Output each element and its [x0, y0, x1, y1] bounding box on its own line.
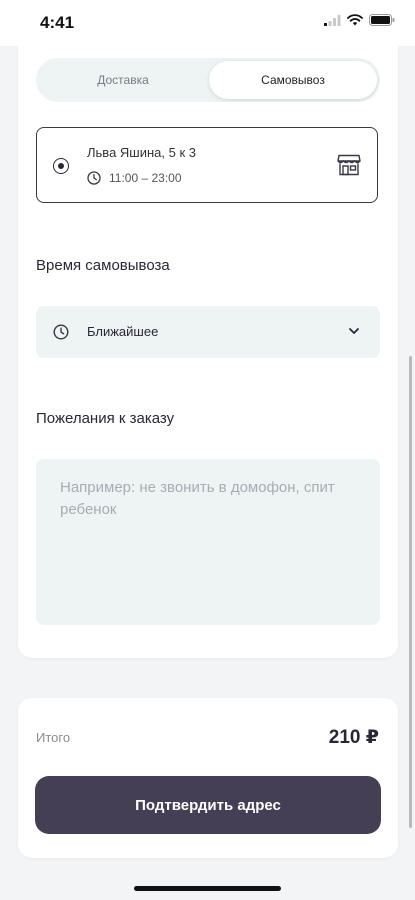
- signal-icon: [324, 14, 341, 26]
- home-indicator: [134, 886, 281, 891]
- radio-selected[interactable]: [53, 158, 69, 174]
- status-icons: [324, 14, 395, 26]
- confirm-address-button[interactable]: Подтвердить адрес: [35, 776, 381, 834]
- order-wishes-input[interactable]: [36, 459, 380, 625]
- hours-text: 11:00 – 23:00: [109, 171, 182, 185]
- tab-pickup[interactable]: Самовывоз: [209, 61, 377, 99]
- order-wishes-title: Пожелания к заказу: [36, 410, 175, 427]
- opening-hours: 11:00 – 23:00: [87, 171, 182, 185]
- status-time: 4:41: [40, 13, 75, 32]
- clock-icon: [87, 171, 101, 185]
- store-icon: [337, 154, 361, 176]
- clock-icon: [53, 324, 69, 340]
- battery-icon: [369, 14, 395, 26]
- wifi-icon: [347, 14, 363, 26]
- pickup-time-select[interactable]: Ближайшее: [36, 306, 380, 358]
- delivery-method-switch: Доставка Самовывоз: [36, 58, 380, 102]
- status-bar: 4:41: [0, 0, 415, 46]
- pickup-address: Льва Яшина, 5 к 3: [87, 145, 196, 160]
- tab-delivery[interactable]: Доставка: [39, 61, 207, 99]
- total-label: Итого: [36, 730, 71, 745]
- scrollbar[interactable]: [409, 356, 412, 828]
- pickup-time-title: Время самовывоза: [36, 257, 170, 274]
- chevron-down-icon: [349, 328, 359, 334]
- pickup-point-option[interactable]: Льва Яшина, 5 к 3 11:00 – 23:00: [36, 127, 378, 203]
- total-value: 210 ₽: [328, 727, 379, 748]
- pickup-time-value: Ближайшее: [87, 324, 159, 339]
